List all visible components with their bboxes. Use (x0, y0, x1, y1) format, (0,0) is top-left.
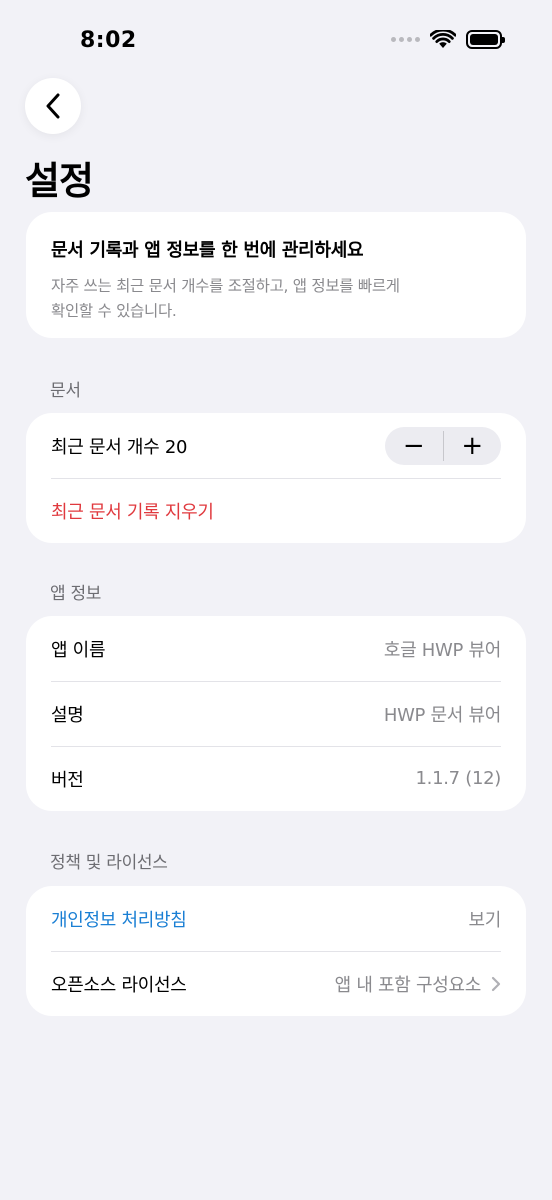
intro-description-line-2: 확인할 수 있습니다. (51, 302, 177, 320)
description-label: 설명 (51, 704, 84, 726)
clear-history-button[interactable]: 최근 문서 기록 지우기 (51, 498, 214, 524)
status-bar: 8:02 (0, 0, 552, 80)
increment-button[interactable]: + (444, 427, 502, 465)
privacy-policy-row[interactable]: 개인정보 처리방침 보기 (26, 886, 526, 951)
open-source-license-value: 앱 내 포함 구성요소 (334, 974, 482, 996)
status-indicators (391, 30, 505, 49)
open-source-license-value-group: 앱 내 포함 구성요소 (335, 971, 501, 997)
page-title: 설정 (25, 159, 94, 203)
description-row: 설명 HWP 문서 뷰어 (26, 681, 526, 746)
version-label: 버전 (51, 769, 84, 791)
documents-section-header: 문서 (50, 381, 81, 401)
privacy-policy-view-link[interactable]: 보기 (468, 906, 501, 932)
decrement-button[interactable]: − (385, 427, 443, 465)
back-button[interactable] (25, 78, 81, 134)
open-source-license-label: 오픈소스 라이선스 (51, 974, 187, 996)
version-row: 버전 1.1.7 (12) (26, 746, 526, 811)
recent-count-row: 최근 문서 개수 20 − + (26, 413, 526, 478)
cellular-signal-icon (391, 37, 420, 42)
policy-section-header: 정책 및 라이선스 (50, 853, 168, 873)
battery-icon (466, 30, 505, 49)
app-name-row: 앱 이름 호글 HWP 뷰어 (26, 616, 526, 681)
intro-title: 문서 기록과 앱 정보를 한 번에 관리하세요 (51, 240, 364, 261)
privacy-policy-label[interactable]: 개인정보 처리방침 (51, 906, 187, 932)
intro-card: 문서 기록과 앱 정보를 한 번에 관리하세요 자주 쓰는 최근 문서 개수를 … (26, 212, 526, 338)
app-info-section-header: 앱 정보 (50, 584, 102, 604)
app-info-card: 앱 이름 호글 HWP 뷰어 설명 HWP 문서 뷰어 버전 1.1.7 (12… (26, 616, 526, 811)
documents-card: 최근 문서 개수 20 − + 최근 문서 기록 지우기 (26, 413, 526, 543)
app-name-label: 앱 이름 (51, 639, 106, 661)
app-name-value: 호글 HWP 뷰어 (383, 639, 501, 661)
chevron-left-icon (46, 93, 60, 119)
description-value: HWP 문서 뷰어 (383, 704, 501, 726)
settings-screen: 8:02 설정 문서 기록과 앱 정보를 한 번에 관리하세요 자주 쓰는 최근… (0, 0, 552, 1200)
version-value: 1.1.7 (12) (415, 768, 502, 789)
clear-history-row[interactable]: 최근 문서 기록 지우기 (26, 478, 526, 543)
chevron-right-icon (491, 976, 501, 991)
policy-card: 개인정보 처리방침 보기 오픈소스 라이선스 앱 내 포함 구성요소 (26, 886, 526, 1016)
recent-count-label: 최근 문서 개수 20 (51, 436, 188, 458)
open-source-license-row[interactable]: 오픈소스 라이선스 앱 내 포함 구성요소 (26, 951, 526, 1016)
intro-description-line-1: 자주 쓰는 최근 문서 개수를 조절하고, 앱 정보를 빠르게 (51, 277, 400, 295)
recent-count-stepper: − + (385, 426, 502, 465)
status-time: 8:02 (80, 28, 137, 53)
intro-description: 자주 쓰는 최근 문서 개수를 조절하고, 앱 정보를 빠르게 확인할 수 있습… (51, 274, 501, 324)
wifi-icon (430, 30, 456, 48)
